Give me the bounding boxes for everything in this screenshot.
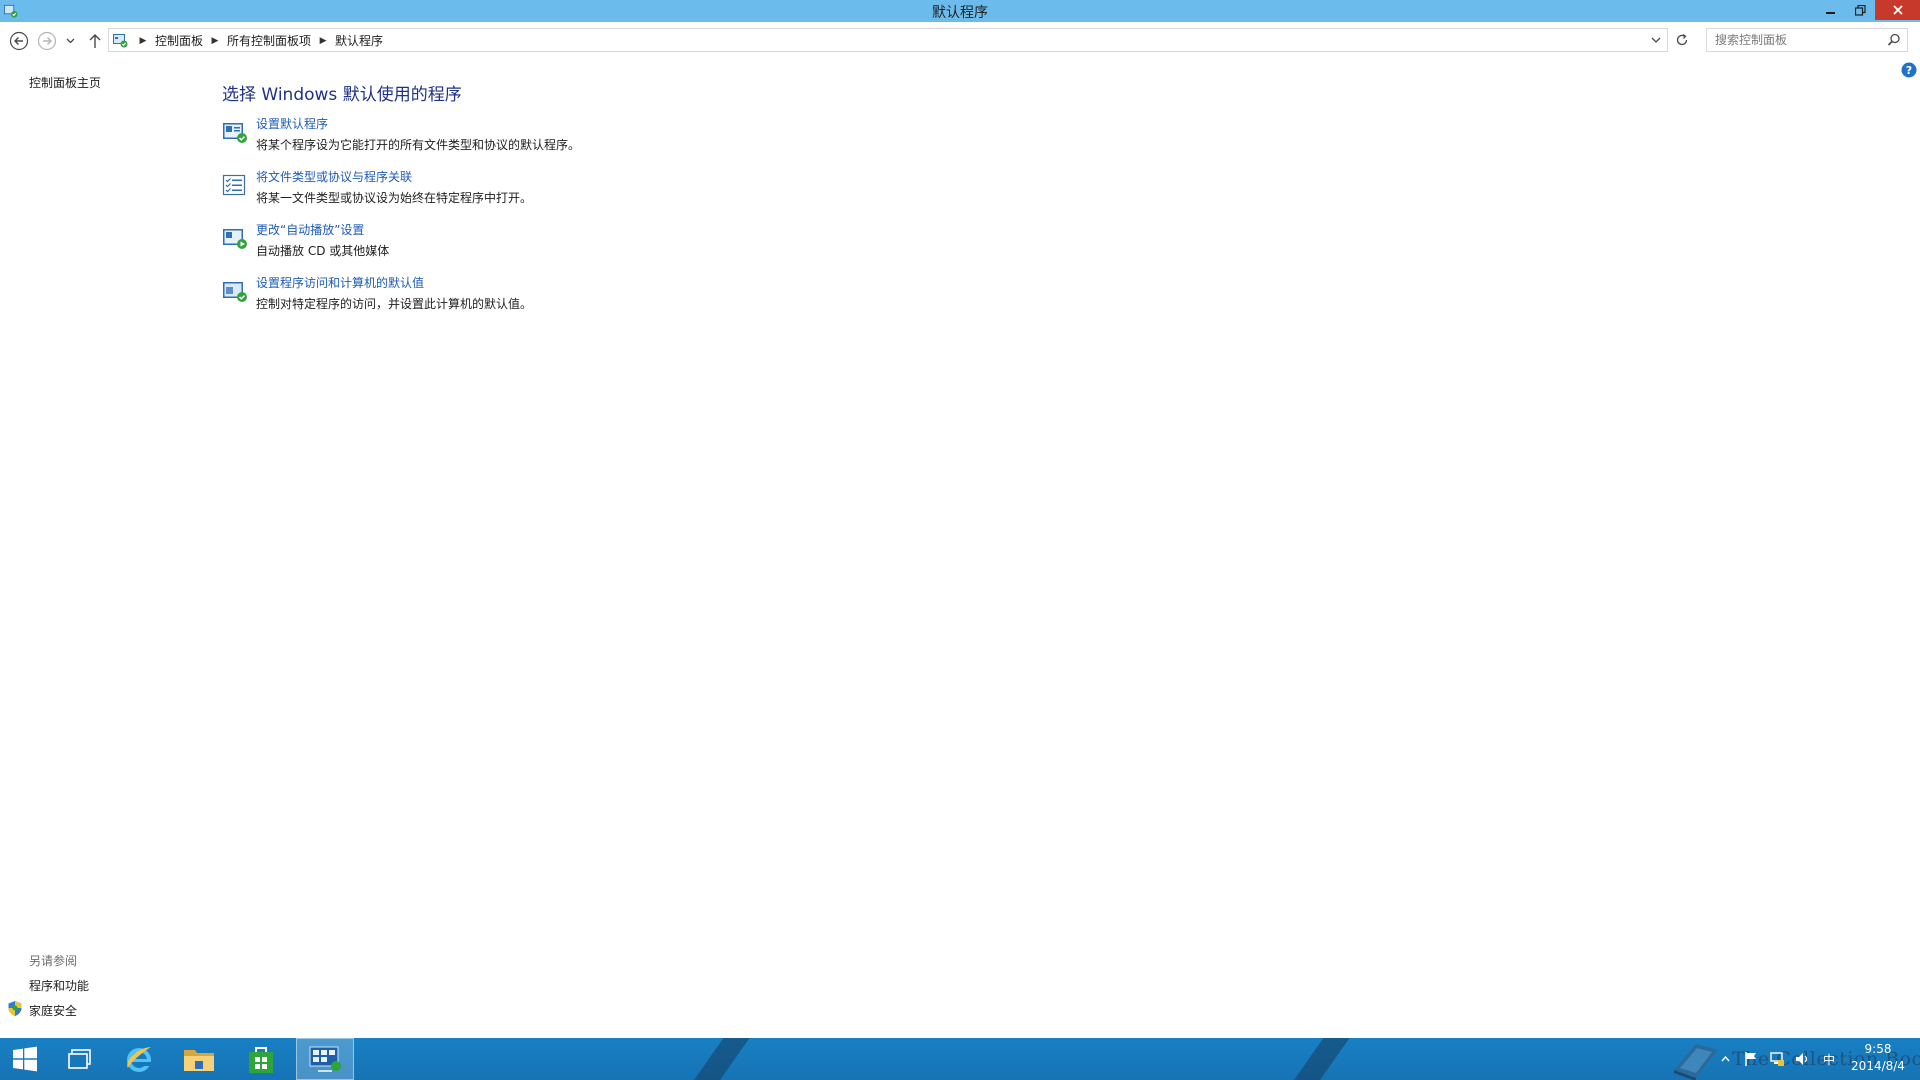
- task-file-association: 将文件类型或协议与程序关联 将某一文件类型或协议设为始终在特定程序中打开。: [222, 167, 1022, 211]
- taskbar-decoration: [681, 1038, 757, 1080]
- task-view-button[interactable]: [58, 1038, 102, 1080]
- autoplay-settings-link[interactable]: 更改“自动播放”设置: [256, 221, 364, 238]
- start-button[interactable]: [0, 1038, 50, 1080]
- see-also-heading: 另请参阅: [29, 954, 78, 968]
- network-button[interactable]: [1768, 1050, 1786, 1068]
- minimize-button[interactable]: [1816, 0, 1846, 20]
- file-explorer-button[interactable]: [176, 1038, 222, 1080]
- taskbar: The Collection Book 中 9:58 2014/8/4: [0, 1038, 1920, 1080]
- volume-button[interactable]: [1794, 1050, 1812, 1068]
- internet-explorer-icon: [127, 1047, 151, 1072]
- task-set-default-programs: 设置默认程序 将某个程序设为它能打开的所有文件类型和协议的默认程序。: [222, 114, 1022, 158]
- recent-locations-button[interactable]: [62, 30, 78, 52]
- programs-and-features-link[interactable]: 程序和功能: [29, 977, 89, 994]
- address-bar[interactable]: ▶ 控制面板 ▶ 所有控制面板项 ▶ 默认程序: [108, 28, 1668, 52]
- network-icon: [1770, 1052, 1784, 1066]
- search-icon[interactable]: [1887, 33, 1901, 47]
- forward-arrow-icon: [37, 31, 57, 51]
- clock-time: 9:58: [1864, 1042, 1892, 1056]
- internet-explorer-button[interactable]: [116, 1038, 162, 1080]
- family-safety-shield-icon: [8, 1001, 22, 1016]
- address-toolbar: ▶ 控制面板 ▶ 所有控制面板项 ▶ 默认程序: [0, 22, 1920, 58]
- close-button[interactable]: [1875, 0, 1920, 20]
- control-panel-home-link[interactable]: 控制面板主页: [29, 74, 101, 91]
- clock-date: 2014/8/4: [1851, 1059, 1905, 1073]
- address-history-chevron-icon[interactable]: [1649, 33, 1663, 47]
- folder-icon: [184, 1050, 214, 1071]
- title-bar: 默认程序: [0, 0, 1920, 22]
- svg-text:?: ?: [1906, 64, 1912, 77]
- system-tray: 中: [1716, 1038, 1838, 1080]
- breadcrumb-all-items[interactable]: 所有控制面板项: [225, 32, 313, 49]
- breadcrumb-separator-icon[interactable]: ▶: [313, 36, 333, 46]
- program-access-defaults-description: 控制对特定程序的访问，并设置此计算机的默认值。: [256, 297, 533, 311]
- refresh-icon: [1676, 33, 1688, 46]
- file-association-description: 将某一文件类型或协议设为始终在特定程序中打开。: [256, 191, 533, 205]
- set-default-programs-link[interactable]: 设置默认程序: [256, 115, 328, 132]
- clock[interactable]: 9:58 2014/8/4: [1840, 1041, 1916, 1075]
- window-title: 默认程序: [932, 5, 988, 21]
- breadcrumb-default-programs[interactable]: 默认程序: [333, 32, 385, 49]
- program-access-defaults-link[interactable]: 设置程序访问和计算机的默认值: [256, 274, 424, 291]
- control-panel-taskbar-button[interactable]: [296, 1038, 354, 1080]
- action-center-button[interactable]: [1742, 1050, 1760, 1068]
- file-association-link[interactable]: 将文件类型或协议与程序关联: [256, 168, 412, 185]
- up-button[interactable]: [84, 30, 106, 52]
- breadcrumb-control-panel[interactable]: 控制面板: [153, 32, 205, 49]
- task-program-access: 设置程序访问和计算机的默认值 控制对特定程序的访问，并设置此计算机的默认值。: [222, 273, 1022, 317]
- restore-icon: [1854, 4, 1866, 16]
- flag-icon: [1745, 1052, 1756, 1066]
- breadcrumb-separator-icon[interactable]: ▶: [205, 36, 225, 46]
- back-button[interactable]: [8, 30, 30, 52]
- search-input[interactable]: [1715, 32, 1885, 48]
- family-safety-link[interactable]: 家庭安全: [29, 1002, 77, 1019]
- store-button[interactable]: [238, 1038, 284, 1080]
- taskbar-decoration: [1281, 1038, 1357, 1080]
- control-panel-location-icon: [113, 34, 128, 48]
- back-arrow-icon: [9, 31, 29, 51]
- default-programs-icon: [223, 123, 247, 143]
- control-panel-icon: [309, 1046, 341, 1072]
- speaker-icon: [1796, 1053, 1808, 1065]
- set-default-programs-description: 将某个程序设为它能打开的所有文件类型和协议的默认程序。: [256, 138, 581, 152]
- minimize-icon: [1826, 12, 1835, 14]
- close-icon: [1892, 5, 1903, 15]
- file-association-icon: [222, 174, 246, 196]
- page-title: 选择 Windows 默认使用的程序: [222, 85, 462, 105]
- task-autoplay: 更改“自动播放”设置 自动播放 CD 或其他媒体: [222, 220, 1022, 264]
- autoplay-settings-description: 自动播放 CD 或其他媒体: [256, 244, 390, 258]
- store-bag-icon: [249, 1047, 273, 1073]
- task-view-icon: [68, 1049, 91, 1069]
- breadcrumb: ▶ 控制面板 ▶ 所有控制面板项 ▶ 默认程序: [133, 32, 385, 49]
- program-access-icon: [223, 282, 247, 302]
- up-arrow-icon: [89, 34, 101, 48]
- windows-logo-icon: [13, 1046, 37, 1072]
- refresh-button[interactable]: [1670, 28, 1694, 52]
- search-box[interactable]: [1706, 28, 1908, 52]
- breadcrumb-separator-icon[interactable]: ▶: [133, 36, 153, 46]
- left-pane: 控制面板主页 另请参阅 程序和功能 家庭安全: [0, 58, 200, 1038]
- restore-button[interactable]: [1846, 0, 1874, 20]
- forward-button[interactable]: [36, 30, 58, 52]
- show-hidden-icons-button[interactable]: [1716, 1050, 1734, 1068]
- help-icon[interactable]: ?: [1901, 62, 1917, 78]
- input-method-indicator[interactable]: 中: [1820, 1050, 1838, 1068]
- autoplay-icon: [223, 229, 247, 249]
- chevron-down-icon: [66, 38, 74, 44]
- chevron-up-icon: [1720, 1056, 1730, 1062]
